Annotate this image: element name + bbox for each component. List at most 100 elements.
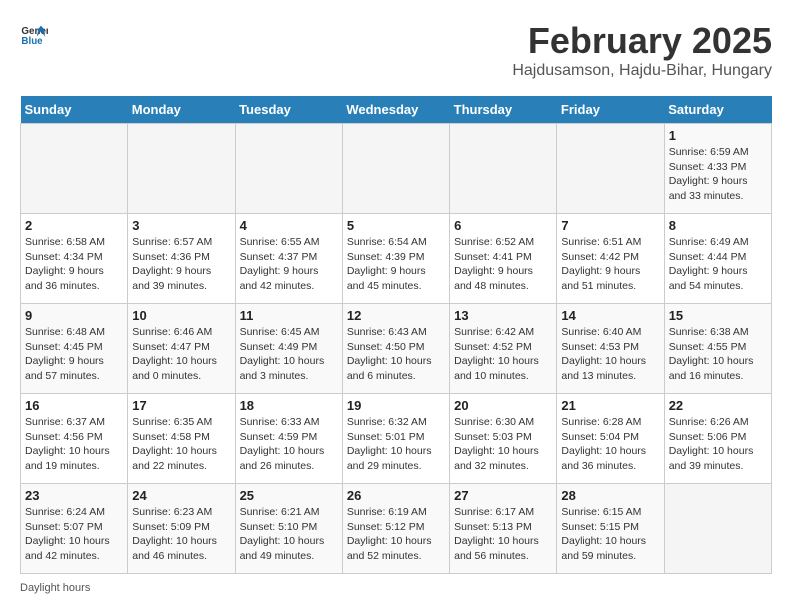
day-info: Sunrise: 6:19 AM Sunset: 5:12 PM Dayligh… [347,505,445,564]
day-info: Sunrise: 6:54 AM Sunset: 4:39 PM Dayligh… [347,235,445,294]
day-info: Sunrise: 6:26 AM Sunset: 5:06 PM Dayligh… [669,415,767,474]
footer-note: Daylight hours [20,582,772,594]
calendar-cell [235,124,342,214]
day-number: 21 [561,398,659,413]
calendar-cell: 17 Sunrise: 6:35 AM Sunset: 4:58 PM Dayli… [128,394,235,484]
day-number: 4 [240,218,338,233]
day-number: 18 [240,398,338,413]
day-number: 6 [454,218,552,233]
calendar-cell: 24 Sunrise: 6:23 AM Sunset: 5:09 PM Dayli… [128,484,235,574]
calendar-table: SundayMondayTuesdayWednesdayThursdayFrid… [20,96,772,574]
day-number: 23 [25,488,123,503]
calendar-cell: 13 Sunrise: 6:42 AM Sunset: 4:52 PM Dayli… [450,304,557,394]
calendar-cell: 7Sunrise: 6:51 AM Sunset: 4:42 PM Daylig… [557,214,664,304]
location-title: Hajdusamson, Hajdu-Bihar, Hungary [512,62,772,80]
day-of-week-header: Tuesday [235,96,342,124]
day-info: Sunrise: 6:30 AM Sunset: 5:03 PM Dayligh… [454,415,552,474]
calendar-week-row: 2 Sunrise: 6:58 AM Sunset: 4:34 PM Daylig… [21,214,772,304]
day-info: Sunrise: 6:59 AM Sunset: 4:33 PM Dayligh… [669,145,767,204]
calendar-cell: 16 Sunrise: 6:37 AM Sunset: 4:56 PM Dayli… [21,394,128,484]
logo: General Blue [20,20,48,48]
calendar-cell: 21 Sunrise: 6:28 AM Sunset: 5:04 PM Dayli… [557,394,664,484]
calendar-cell: 9Sunrise: 6:48 AM Sunset: 4:45 PM Daylig… [21,304,128,394]
day-number: 15 [669,308,767,323]
calendar-cell: 5 Sunrise: 6:54 AM Sunset: 4:39 PM Daylig… [342,214,449,304]
day-info: Sunrise: 6:55 AM Sunset: 4:37 PM Dayligh… [240,235,338,294]
day-number: 8 [669,218,767,233]
day-info: Sunrise: 6:52 AM Sunset: 4:41 PM Dayligh… [454,235,552,294]
day-number: 22 [669,398,767,413]
day-number: 17 [132,398,230,413]
day-info: Sunrise: 6:32 AM Sunset: 5:01 PM Dayligh… [347,415,445,474]
day-info: Sunrise: 6:23 AM Sunset: 5:09 PM Dayligh… [132,505,230,564]
day-info: Sunrise: 6:58 AM Sunset: 4:34 PM Dayligh… [25,235,123,294]
day-number: 3 [132,218,230,233]
day-info: Sunrise: 6:46 AM Sunset: 4:47 PM Dayligh… [132,325,230,384]
day-number: 12 [347,308,445,323]
day-info: Sunrise: 6:43 AM Sunset: 4:50 PM Dayligh… [347,325,445,384]
day-number: 19 [347,398,445,413]
calendar-cell: 15 Sunrise: 6:38 AM Sunset: 4:55 PM Dayli… [664,304,771,394]
day-number: 9 [25,308,123,323]
calendar-cell [342,124,449,214]
calendar-cell: 1 Sunrise: 6:59 AM Sunset: 4:33 PM Daylig… [664,124,771,214]
day-info: Sunrise: 6:40 AM Sunset: 4:53 PM Dayligh… [561,325,659,384]
calendar-cell: 26 Sunrise: 6:19 AM Sunset: 5:12 PM Dayli… [342,484,449,574]
day-number: 13 [454,308,552,323]
calendar-week-row: 9Sunrise: 6:48 AM Sunset: 4:45 PM Daylig… [21,304,772,394]
day-info: Sunrise: 6:42 AM Sunset: 4:52 PM Dayligh… [454,325,552,384]
day-number: 2 [25,218,123,233]
day-number: 7 [561,218,659,233]
day-number: 16 [25,398,123,413]
calendar-week-row: 1 Sunrise: 6:59 AM Sunset: 4:33 PM Daylig… [21,124,772,214]
calendar-cell: 23Sunrise: 6:24 AM Sunset: 5:07 PM Dayli… [21,484,128,574]
day-of-week-header: Thursday [450,96,557,124]
calendar-week-row: 16 Sunrise: 6:37 AM Sunset: 4:56 PM Dayli… [21,394,772,484]
calendar-cell: 8 Sunrise: 6:49 AM Sunset: 4:44 PM Daylig… [664,214,771,304]
calendar-cell: 11 Sunrise: 6:45 AM Sunset: 4:49 PM Dayli… [235,304,342,394]
day-of-week-header: Saturday [664,96,771,124]
day-info: Sunrise: 6:28 AM Sunset: 5:04 PM Dayligh… [561,415,659,474]
day-number: 10 [132,308,230,323]
day-info: Sunrise: 6:49 AM Sunset: 4:44 PM Dayligh… [669,235,767,294]
day-info: Sunrise: 6:45 AM Sunset: 4:49 PM Dayligh… [240,325,338,384]
day-number: 11 [240,308,338,323]
calendar-cell: 27Sunrise: 6:17 AM Sunset: 5:13 PM Dayli… [450,484,557,574]
calendar-cell: 12 Sunrise: 6:43 AM Sunset: 4:50 PM Dayli… [342,304,449,394]
day-info: Sunrise: 6:37 AM Sunset: 4:56 PM Dayligh… [25,415,123,474]
calendar-cell: 4 Sunrise: 6:55 AM Sunset: 4:37 PM Daylig… [235,214,342,304]
month-title: February 2025 [512,20,772,62]
day-of-week-header: Friday [557,96,664,124]
calendar-week-row: 23Sunrise: 6:24 AM Sunset: 5:07 PM Dayli… [21,484,772,574]
day-number: 20 [454,398,552,413]
calendar-cell: 14 Sunrise: 6:40 AM Sunset: 4:53 PM Dayli… [557,304,664,394]
svg-text:Blue: Blue [21,36,43,47]
day-number: 25 [240,488,338,503]
day-info: Sunrise: 6:38 AM Sunset: 4:55 PM Dayligh… [669,325,767,384]
day-number: 14 [561,308,659,323]
day-info: Sunrise: 6:35 AM Sunset: 4:58 PM Dayligh… [132,415,230,474]
day-info: Sunrise: 6:17 AM Sunset: 5:13 PM Dayligh… [454,505,552,564]
day-of-week-header: Sunday [21,96,128,124]
calendar-cell: 19 Sunrise: 6:32 AM Sunset: 5:01 PM Dayli… [342,394,449,484]
day-info: Sunrise: 6:15 AM Sunset: 5:15 PM Dayligh… [561,505,659,564]
calendar-cell [664,484,771,574]
calendar-header-row: SundayMondayTuesdayWednesdayThursdayFrid… [21,96,772,124]
day-number: 26 [347,488,445,503]
header: General Blue February 2025 Hajdusamson, … [20,20,772,80]
day-number: 28 [561,488,659,503]
day-number: 24 [132,488,230,503]
day-info: Sunrise: 6:33 AM Sunset: 4:59 PM Dayligh… [240,415,338,474]
calendar-cell: 28 Sunrise: 6:15 AM Sunset: 5:15 PM Dayli… [557,484,664,574]
logo-icon: General Blue [20,20,48,48]
day-number: 5 [347,218,445,233]
calendar-cell [21,124,128,214]
day-of-week-header: Wednesday [342,96,449,124]
day-info: Sunrise: 6:57 AM Sunset: 4:36 PM Dayligh… [132,235,230,294]
title-area: February 2025 Hajdusamson, Hajdu-Bihar, … [512,20,772,80]
calendar-cell: 3 Sunrise: 6:57 AM Sunset: 4:36 PM Daylig… [128,214,235,304]
calendar-cell [128,124,235,214]
calendar-cell: 22 Sunrise: 6:26 AM Sunset: 5:06 PM Dayli… [664,394,771,484]
day-number: 1 [669,128,767,143]
calendar-cell: 25Sunrise: 6:21 AM Sunset: 5:10 PM Dayli… [235,484,342,574]
